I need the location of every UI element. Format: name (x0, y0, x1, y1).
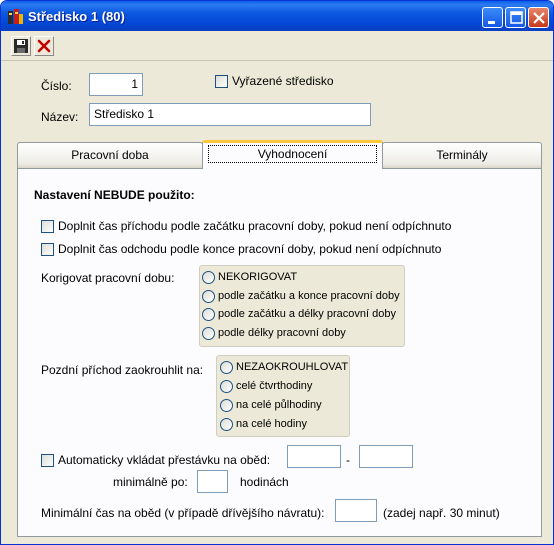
cancel-icon (37, 39, 51, 53)
cancel-button[interactable] (34, 36, 54, 56)
maximize-icon (510, 11, 523, 24)
correct-option-label: podle délky pracovní doby (218, 327, 346, 339)
late-option-label: NEZAOKROUHLOVAT (236, 361, 349, 373)
min-after-label: minimálně po: (113, 475, 188, 489)
auto-break-label: Automaticky vkládat přestávku na oběd: (58, 453, 271, 467)
tab-label: Pracovní doba (71, 148, 149, 162)
correct-option-label: NEKORIGOVAT (218, 271, 298, 283)
correct-radio-none[interactable] (202, 271, 215, 284)
save-icon (14, 39, 28, 53)
fill-arrival-checkbox[interactable] (41, 220, 54, 233)
nazev-label: Název: (41, 110, 79, 124)
late-radio-hour[interactable] (220, 418, 233, 431)
late-option-label: celé čtvrthodiny (236, 380, 313, 392)
correct-option-label: podle začátku a konce pracovní doby (218, 290, 400, 302)
fill-departure-label: Doplnit čas odchodu podle konce pracovní… (58, 242, 442, 256)
correct-radio-length[interactable] (202, 327, 215, 340)
auto-break-checkbox[interactable] (41, 454, 54, 467)
correct-label: Korigovat pracovní dobu: (41, 271, 175, 285)
break-from-field[interactable] (287, 445, 341, 468)
fill-departure-checkbox[interactable] (41, 243, 54, 256)
main-window: Středisko 1 (80) Číslo: 1 Vyřazené střed… (0, 0, 554, 545)
correct-radio-start-end[interactable] (202, 290, 215, 303)
cislo-field[interactable]: 1 (89, 73, 143, 96)
title-bar[interactable]: Středisko 1 (80) (1, 1, 553, 31)
tab-pracovni-doba[interactable]: Pracovní doba (17, 142, 203, 169)
excluded-label: Vyřazené středisko (232, 74, 334, 88)
late-radio-half[interactable] (220, 399, 233, 412)
min-lunch-label: Minimální čas na oběd (v případě dřívějš… (41, 506, 325, 520)
tab-label: Vyhodnocení (208, 145, 377, 163)
min-lunch-field[interactable] (335, 499, 377, 522)
late-option-label: na celé půlhodiny (236, 399, 322, 411)
min-lunch-hint: (zadej např. 30 minut) (383, 506, 500, 520)
window-title: Středisko 1 (80) (28, 9, 125, 24)
break-to-field[interactable] (359, 445, 413, 468)
close-icon (533, 12, 545, 24)
save-button[interactable] (11, 36, 31, 56)
minimize-icon (488, 21, 495, 24)
cislo-label: Číslo: (41, 79, 72, 93)
hours-label: hodinách (240, 475, 289, 489)
settings-heading: Nastavení NEBUDE použito: (34, 188, 195, 202)
tab-label: Terminály (436, 148, 488, 162)
late-label: Pozdní příchod zaokrouhlit na: (41, 363, 204, 377)
toolbar-divider (1, 60, 553, 61)
minimize-button[interactable] (482, 7, 503, 28)
toolbar (1, 31, 553, 59)
close-button[interactable] (528, 7, 549, 28)
excluded-checkbox[interactable] (215, 75, 228, 88)
min-after-hours-field[interactable] (197, 470, 228, 493)
range-dash: - (346, 453, 350, 467)
late-radio-quarter[interactable] (220, 380, 233, 393)
maximize-button[interactable] (505, 7, 526, 28)
correct-radio-start-length[interactable] (202, 308, 215, 321)
late-option-label: na celé hodiny (236, 418, 307, 430)
fill-arrival-label: Doplnit čas příchodu podle začátku praco… (58, 219, 452, 233)
tab-vyhodnoceni[interactable]: Vyhodnocení (202, 140, 383, 169)
correct-option-label: podle začátku a délky pracovní doby (218, 308, 396, 320)
late-radio-none[interactable] (220, 361, 233, 374)
nazev-field[interactable]: Středisko 1 (89, 103, 371, 126)
app-icon (8, 9, 23, 24)
tab-terminaly[interactable]: Terminály (382, 142, 542, 169)
